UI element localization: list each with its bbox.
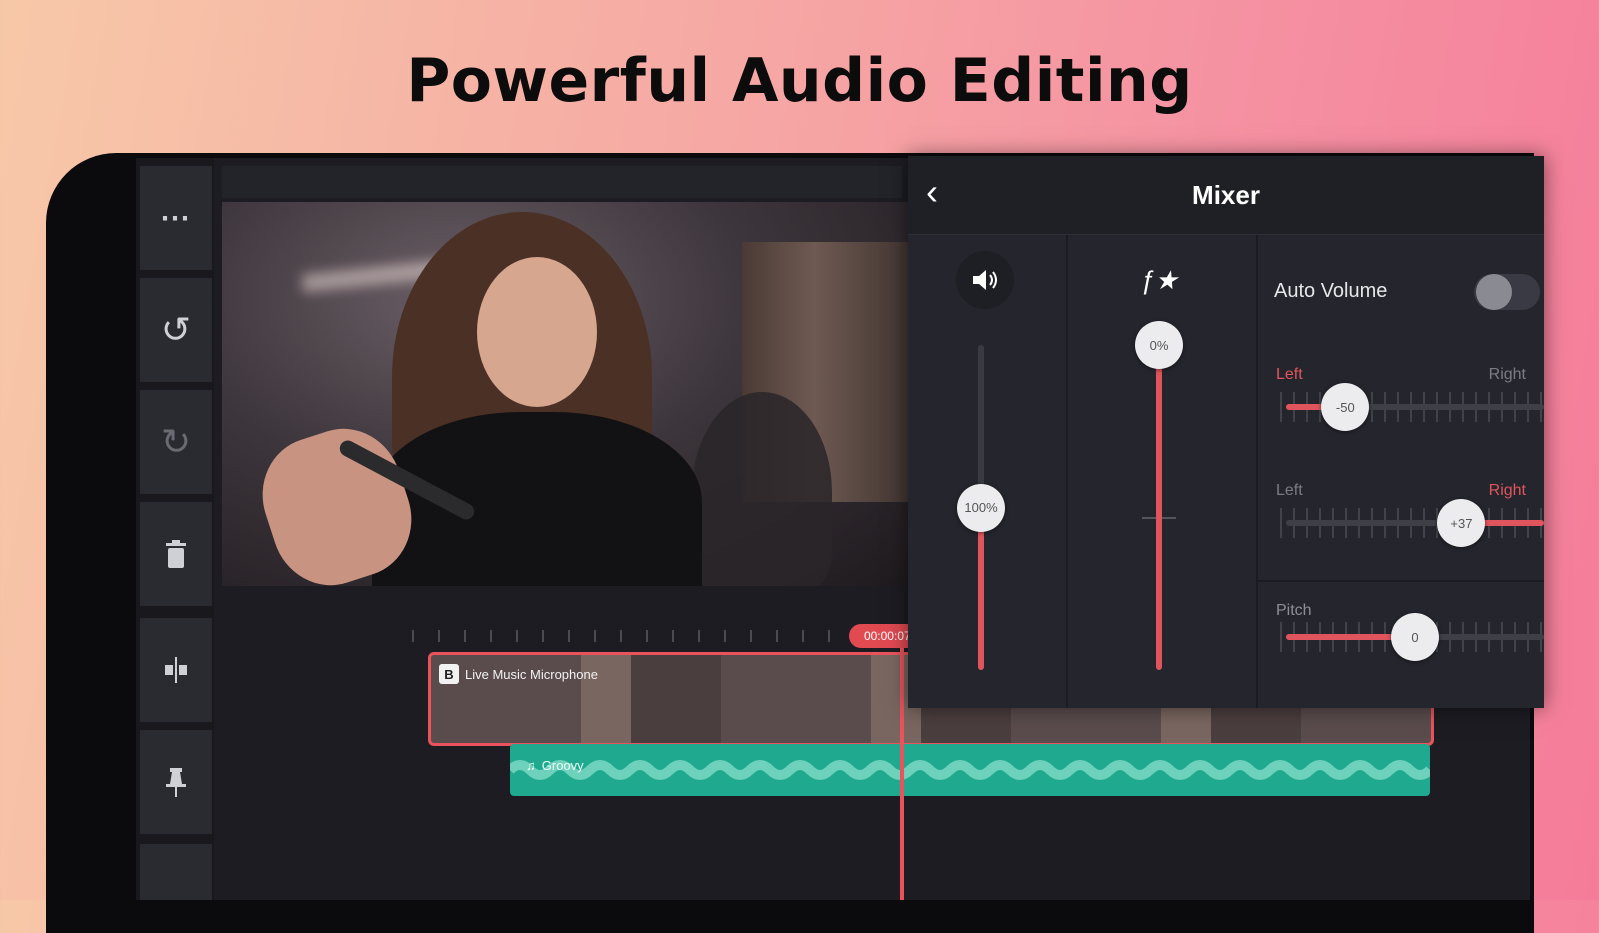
pitch-label: Pitch (1276, 602, 1312, 619)
trash-icon (166, 540, 186, 568)
headline: Powerful Audio Editing (406, 46, 1193, 116)
pitch-slider: Pitch 0 (1256, 586, 1544, 696)
voice-effect-button[interactable]: ƒ★ (1130, 251, 1188, 309)
effect-slider-fill (1156, 345, 1162, 670)
pan-top-left-label: Left (1276, 366, 1303, 383)
pan-bottom-slider: Left Right +37 (1256, 482, 1544, 592)
pan-top-knob[interactable]: -50 (1321, 383, 1370, 431)
more-options-button[interactable]: ⋯ (140, 166, 212, 270)
mixer-panel: ‹ Mixer 100% ƒ★ 0% Auto Volume Left Righ… (908, 156, 1544, 708)
pan-bottom-knob[interactable]: +37 (1437, 499, 1486, 547)
left-toolbar: ⋯ ↺ ↻ (136, 158, 214, 900)
toggle-thumb (1476, 274, 1512, 310)
preview-singer-face (477, 257, 597, 407)
pan-bottom-left-label: Left (1276, 482, 1303, 499)
mixer-title: Mixer (1192, 180, 1260, 210)
effect-slider-knob[interactable]: 0% (1135, 321, 1183, 369)
pan-bottom-right-label: Right (1488, 482, 1526, 499)
clip-badge: B (439, 664, 459, 684)
playhead[interactable] (900, 638, 904, 900)
delete-button[interactable] (140, 502, 212, 606)
volume-column: 100% (908, 235, 1068, 708)
pitch-knob[interactable]: 0 (1391, 613, 1439, 661)
preview-top-bar (222, 166, 902, 198)
music-note-icon: ♫ (526, 758, 536, 773)
video-preview[interactable] (222, 202, 912, 586)
speaker-icon (973, 270, 997, 290)
effects-column: ƒ★ 0% (1066, 235, 1258, 708)
video-clip-label-group: B Live Music Microphone (439, 663, 598, 685)
preview-background-person (692, 392, 832, 586)
audio-clip-label-group: ♫ Groovy (526, 758, 584, 773)
volume-slider-knob[interactable]: 100% (957, 483, 1005, 532)
split-button[interactable] (140, 618, 212, 722)
audio-clip[interactable]: ♫ Groovy (510, 744, 1430, 796)
video-clip-label: Live Music Microphone (465, 666, 598, 682)
audio-waveform (510, 760, 1430, 780)
mixer-header: ‹ Mixer (908, 156, 1544, 235)
pan-top-slider: Left Right -50 (1256, 366, 1544, 476)
pin-icon (166, 768, 186, 797)
voice-effect-icon: ƒ★ (1140, 264, 1178, 295)
auto-volume-row: Auto Volume (1256, 236, 1544, 346)
undo-button[interactable]: ↺ (140, 278, 212, 382)
undo-icon: ↺ (160, 309, 192, 350)
more-options-icon: ⋯ (160, 201, 192, 235)
toolbar-extra-button[interactable] (140, 844, 212, 900)
pitch-divider (1256, 580, 1544, 582)
redo-button[interactable]: ↻ (140, 390, 212, 494)
auto-volume-label: Auto Volume (1274, 280, 1388, 302)
volume-slider-fill (978, 507, 984, 670)
volume-button[interactable] (956, 251, 1014, 309)
pin-button[interactable] (140, 730, 212, 834)
audio-clip-label: Groovy (541, 758, 584, 773)
auto-volume-toggle[interactable] (1474, 274, 1540, 310)
pan-top-right-label: Right (1488, 366, 1526, 383)
split-icon (165, 657, 187, 683)
preview-singer-body (372, 412, 702, 586)
redo-icon: ↻ (160, 421, 192, 462)
